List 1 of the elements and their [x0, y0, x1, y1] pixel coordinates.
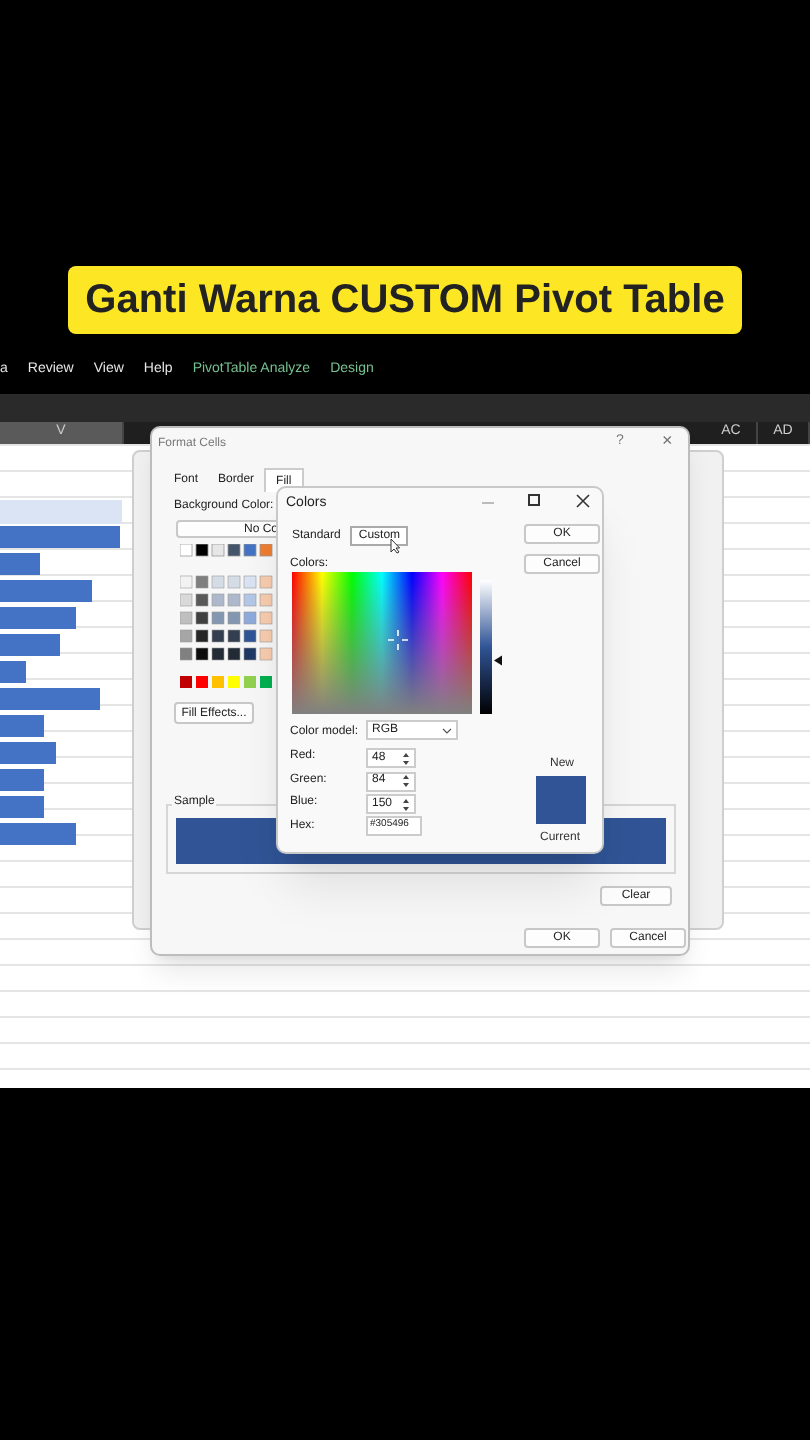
video-title: Ganti Warna CUSTOM Pivot Table	[67, 266, 743, 334]
